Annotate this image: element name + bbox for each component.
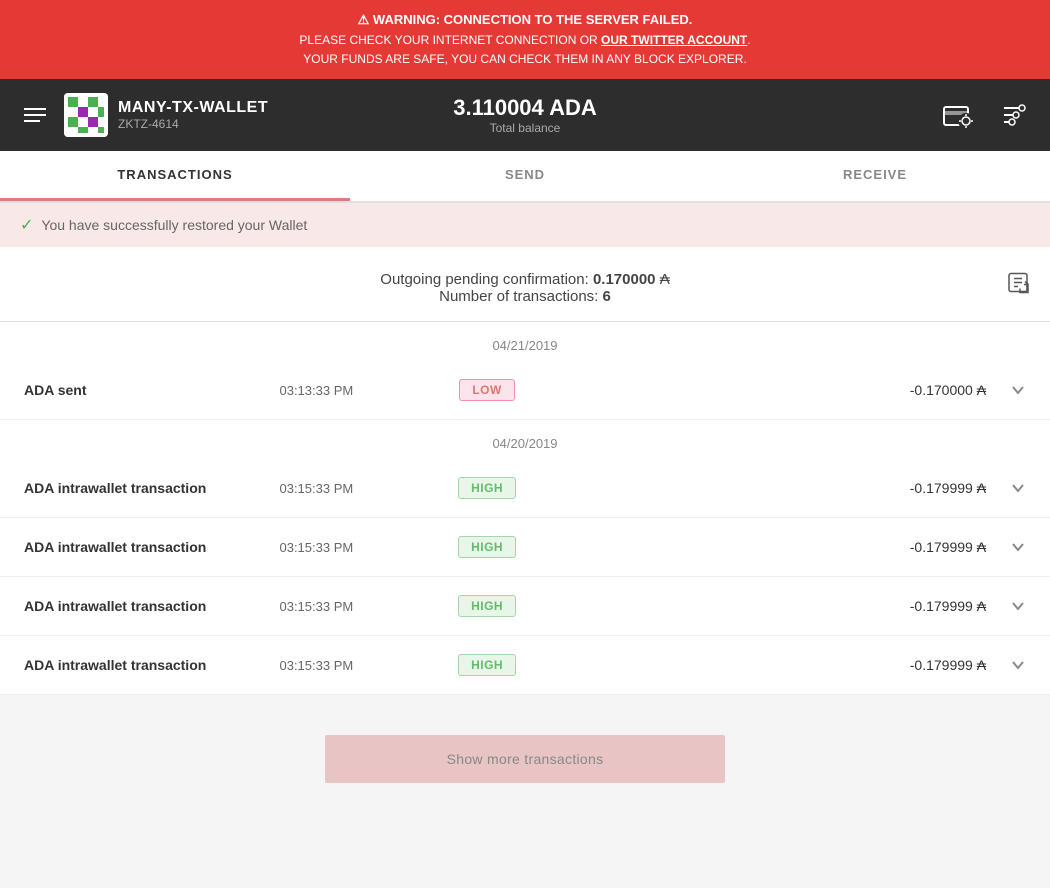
success-check-icon: ✓ xyxy=(20,215,33,235)
tx-badge: HIGH xyxy=(439,477,535,499)
status-badge: LOW xyxy=(459,379,515,401)
date-separator-1: 04/21/2019 xyxy=(0,322,1050,361)
pending-amount: 0.170000 xyxy=(593,271,656,288)
tx-amount: -0.179999 ₳ xyxy=(806,480,986,496)
tab-send[interactable]: SEND xyxy=(350,151,700,201)
tx-badge: HIGH xyxy=(439,654,535,676)
tab-transactions[interactable]: TRANSACTIONS xyxy=(0,151,350,201)
nav-tabs: TRANSACTIONS SEND RECEIVE xyxy=(0,151,1050,203)
table-row: ADA intrawallet transaction 03:15:33 PM … xyxy=(0,518,1050,577)
tx-title: ADA intrawallet transaction xyxy=(24,539,263,555)
export-icon xyxy=(1006,271,1030,295)
main-content: Outgoing pending confirmation: 0.170000 … xyxy=(0,247,1050,695)
chevron-down-icon xyxy=(1010,539,1026,555)
tx-badge: HIGH xyxy=(439,595,535,617)
table-row: ADA sent 03:13:33 PM LOW -0.170000 ₳ xyxy=(0,361,1050,420)
chevron-down-icon xyxy=(1010,657,1026,673)
expand-button[interactable] xyxy=(1002,657,1026,673)
success-message: You have successfully restored your Wall… xyxy=(41,217,307,233)
wallet-info: MANY-TX-WALLET ZKTZ-4614 xyxy=(118,99,268,131)
balance-amount: 3.110004 ADA xyxy=(355,95,694,121)
pending-line1: Outgoing pending confirmation: 0.170000 … xyxy=(20,271,1030,288)
export-button[interactable] xyxy=(1006,271,1030,298)
wallet-logo xyxy=(64,93,108,137)
tx-count: 6 xyxy=(603,288,611,305)
tx-amount: -0.170000 ₳ xyxy=(806,382,986,398)
warning-line1: ⚠ WARNING: CONNECTION TO THE SERVER FAIL… xyxy=(20,10,1030,31)
tx-time: 03:15:33 PM xyxy=(279,540,423,555)
chevron-down-icon xyxy=(1010,480,1026,496)
status-badge: HIGH xyxy=(458,477,516,499)
warning-banner: ⚠ WARNING: CONNECTION TO THE SERVER FAIL… xyxy=(0,0,1050,79)
show-more-button[interactable]: Show more transactions xyxy=(325,735,725,783)
status-badge: HIGH xyxy=(458,654,516,676)
tx-title: ADA sent xyxy=(24,382,263,398)
table-row: ADA intrawallet transaction 03:15:33 PM … xyxy=(0,636,1050,695)
tx-title: ADA intrawallet transaction xyxy=(24,480,263,496)
header: MANY-TX-WALLET ZKTZ-4614 3.110004 ADA To… xyxy=(0,79,1050,151)
tx-badge: HIGH xyxy=(439,536,535,558)
tx-time: 03:15:33 PM xyxy=(279,599,423,614)
status-badge: HIGH xyxy=(458,536,516,558)
header-right xyxy=(695,91,1034,139)
tx-time: 03:15:33 PM xyxy=(279,658,423,673)
pending-info: Outgoing pending confirmation: 0.170000 … xyxy=(0,247,1050,322)
header-left: MANY-TX-WALLET ZKTZ-4614 xyxy=(16,93,355,137)
warning-icon: ⚠ xyxy=(358,12,370,27)
wallet-logo-svg xyxy=(64,93,108,137)
success-banner: ✓ You have successfully restored your Wa… xyxy=(0,203,1050,247)
date-separator-2: 04/20/2019 xyxy=(0,420,1050,459)
header-center: 3.110004 ADA Total balance xyxy=(355,95,694,135)
table-row: ADA intrawallet transaction 03:15:33 PM … xyxy=(0,459,1050,518)
wallet-settings-button[interactable] xyxy=(934,91,982,139)
tx-time: 03:13:33 PM xyxy=(279,383,423,398)
tx-title: ADA intrawallet transaction xyxy=(24,657,263,673)
expand-button[interactable] xyxy=(1002,480,1026,496)
status-badge: HIGH xyxy=(458,595,516,617)
twitter-link[interactable]: OUR TWITTER ACCOUNT xyxy=(601,33,747,47)
ada-symbol-pending: ₳ xyxy=(660,271,670,288)
warning-line2: PLEASE CHECK YOUR INTERNET CONNECTION OR… xyxy=(20,31,1030,50)
balance-label: Total balance xyxy=(355,121,694,135)
menu-icon[interactable] xyxy=(16,100,54,130)
wallet-id: ZKTZ-4614 xyxy=(118,117,268,131)
filter-icon xyxy=(1000,101,1028,129)
wallet-name: MANY-TX-WALLET xyxy=(118,99,268,117)
chevron-down-icon xyxy=(1010,382,1026,398)
tx-time: 03:15:33 PM xyxy=(279,481,423,496)
chevron-down-icon xyxy=(1010,598,1026,614)
pending-line2: Number of transactions: 6 xyxy=(20,288,1030,305)
show-more-section: Show more transactions xyxy=(0,695,1050,823)
expand-button[interactable] xyxy=(1002,539,1026,555)
wallet-icon xyxy=(940,97,976,133)
tx-amount: -0.179999 ₳ xyxy=(806,539,986,555)
filter-settings-button[interactable] xyxy=(994,95,1034,135)
expand-button[interactable] xyxy=(1002,382,1026,398)
tx-amount: -0.179999 ₳ xyxy=(806,598,986,614)
expand-button[interactable] xyxy=(1002,598,1026,614)
tab-receive[interactable]: RECEIVE xyxy=(700,151,1050,201)
warning-line3: YOUR FUNDS ARE SAFE, YOU CAN CHECK THEM … xyxy=(20,50,1030,69)
tx-title: ADA intrawallet transaction xyxy=(24,598,263,614)
table-row: ADA intrawallet transaction 03:15:33 PM … xyxy=(0,577,1050,636)
tx-amount: -0.179999 ₳ xyxy=(806,657,986,673)
tx-badge: LOW xyxy=(439,379,535,401)
